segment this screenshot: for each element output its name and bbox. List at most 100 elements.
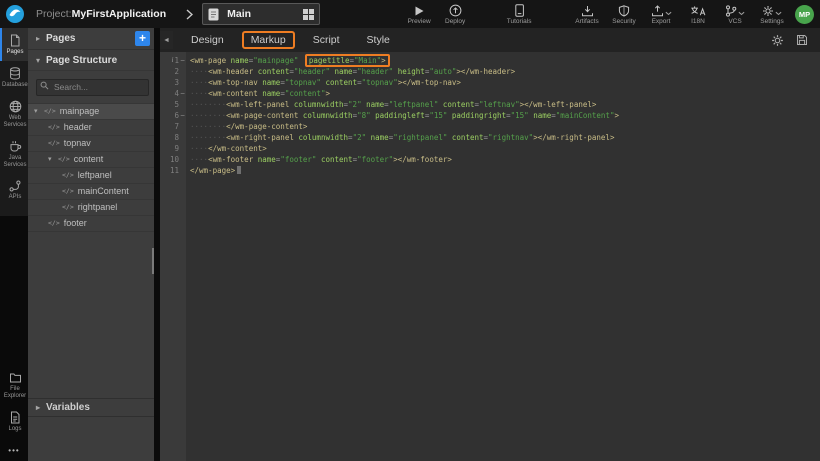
grid-icon[interactable]: [303, 9, 314, 20]
chevron-down-icon: [665, 11, 672, 16]
fold-marker-icon[interactable]: −: [179, 55, 186, 66]
caret-down-icon[interactable]: ▾: [34, 107, 44, 115]
topbar-right-actions: Artifacts Security Export I18N VCS Settings: [574, 4, 785, 25]
tree-item-content[interactable]: ▾</>content: [28, 152, 154, 168]
topbar-action-security[interactable]: Security: [611, 4, 637, 25]
tree-item-mainContent[interactable]: </>mainContent: [28, 184, 154, 200]
topbar-action-export[interactable]: Export: [648, 4, 674, 25]
line-number-text: 10: [170, 154, 179, 165]
wavemaker-logo-icon[interactable]: [4, 3, 26, 25]
api-icon: [9, 180, 21, 192]
more-options-button[interactable]: •••: [0, 438, 28, 461]
tutorials-icon: [513, 4, 526, 17]
code-line[interactable]: 8········<wm-right-panel columnwidth="2"…: [160, 132, 820, 143]
line-number-text: 5: [174, 99, 179, 110]
code-icon: </>: [48, 139, 60, 147]
rail-item-logs[interactable]: Logs: [0, 405, 28, 438]
code-text: ········</wm-page-content>: [186, 121, 307, 132]
line-number: 4−: [160, 88, 186, 99]
chevron-right-icon[interactable]: [186, 9, 193, 20]
rail-item-label: Java Services: [2, 155, 28, 169]
topbar-action-label: VCS: [728, 18, 741, 25]
artifacts-icon: [581, 4, 594, 17]
pages-section-header[interactable]: ▸ Pages +: [28, 28, 154, 50]
tab-style[interactable]: Style: [367, 34, 390, 46]
line-number: 3: [160, 77, 186, 88]
save-icon[interactable]: [796, 34, 808, 46]
topbar-left-actions: Preview Deploy Tutorials: [406, 4, 532, 25]
gear-icon[interactable]: [771, 34, 784, 47]
topbar-action-tutorials[interactable]: Tutorials: [506, 4, 532, 25]
rail-item-label: Databases: [2, 82, 28, 89]
search-input[interactable]: [36, 79, 149, 96]
collapse-panel-button[interactable]: ◄: [160, 31, 173, 49]
variables-section-header[interactable]: ▸ Variables: [28, 398, 154, 417]
code-line[interactable]: 7········</wm-page-content>: [160, 121, 820, 132]
caret-down-icon[interactable]: ▾: [48, 155, 58, 163]
text-cursor: [237, 166, 241, 174]
chevron-down-icon: [738, 11, 745, 16]
line-number: 10: [160, 154, 186, 165]
code-icon: </>: [62, 171, 74, 179]
topbar-action-i18n[interactable]: I18N: [685, 4, 711, 25]
code-text: <wm-page name="mainpage" pagetitle="Main…: [186, 55, 390, 66]
page-tab-main[interactable]: Main: [202, 3, 320, 25]
topbar-action-artifacts[interactable]: Artifacts: [574, 4, 600, 25]
topbar-action-label: Security: [612, 18, 635, 25]
rail-item-databases[interactable]: Databases: [0, 61, 28, 94]
code-line[interactable]: 2····<wm-header content="header" name="h…: [160, 66, 820, 77]
topbar-action-label: Preview: [408, 18, 431, 25]
add-page-button[interactable]: +: [135, 31, 150, 46]
page-structure-header[interactable]: ▾ Page Structure: [28, 50, 154, 71]
tree-item-topnav[interactable]: </>topnav: [28, 136, 154, 152]
code-line[interactable]: 11</wm-page>: [160, 165, 820, 176]
page-structure-tree: ▾</>mainpage</>header</>topnav▾</>conten…: [28, 104, 154, 232]
topbar-action-settings[interactable]: Settings: [759, 4, 785, 25]
rail-top-group: Pages Databases Web Services Java Services A…: [0, 28, 28, 216]
code-line[interactable]: 9····</wm-content>: [160, 143, 820, 154]
tree-item-header[interactable]: </>header: [28, 120, 154, 136]
info-icon: i: [172, 55, 174, 66]
tree-item-label: content: [74, 154, 104, 164]
topbar-action-vcs[interactable]: VCS: [722, 4, 748, 25]
code-line[interactable]: 6−········<wm-page-content columnwidth="…: [160, 110, 820, 121]
code-line[interactable]: 4−····<wm-content name="content">: [160, 88, 820, 99]
rail-item-label: File Explorer: [2, 386, 28, 400]
tree-item-rightpanel[interactable]: </>rightpanel: [28, 200, 154, 216]
rail-item-pages[interactable]: Pages: [0, 28, 28, 61]
rail-item-java-services[interactable]: Java Services: [0, 134, 28, 174]
project-title: Project:MyFirstApplication: [36, 8, 166, 20]
code-icon: </>: [48, 123, 60, 131]
panel-scrollbar[interactable]: [152, 248, 154, 274]
topbar-action-preview[interactable]: Preview: [406, 4, 432, 25]
code-text: ········<wm-page-content columnwidth="8"…: [186, 110, 619, 121]
tab-markup[interactable]: Markup: [242, 31, 295, 49]
rail-item-file-explorer[interactable]: File Explorer: [0, 366, 28, 405]
tab-design[interactable]: Design: [191, 34, 224, 46]
tree-item-mainpage[interactable]: ▾</>mainpage: [28, 104, 154, 120]
rail-item-web-services[interactable]: Web Services: [0, 94, 28, 134]
file-icon: [208, 8, 219, 21]
caret-right-icon: ▸: [36, 403, 46, 412]
rail-item-label: Web Services: [2, 115, 28, 129]
code-line[interactable]: 5········<wm-left-panel columnwidth="2" …: [160, 99, 820, 110]
code-text: ····<wm-content name="content">: [186, 88, 330, 99]
user-avatar[interactable]: MP: [795, 5, 814, 24]
code-line[interactable]: 10····<wm-footer name="footer" content="…: [160, 154, 820, 165]
fold-marker-icon[interactable]: −: [179, 110, 186, 121]
topbar: Project:MyFirstApplication Main Preview D…: [0, 0, 820, 28]
code-text: ····<wm-header content="header" name="he…: [186, 66, 515, 77]
topbar-action-deploy[interactable]: Deploy: [442, 4, 468, 25]
rail-item-apis[interactable]: APIs: [0, 174, 28, 206]
line-number: 9: [160, 143, 186, 154]
markup-code-editor[interactable]: i1−<wm-page name="mainpage" pagetitle="M…: [160, 52, 820, 461]
line-number: 11: [160, 165, 186, 176]
tree-item-footer[interactable]: </>footer: [28, 216, 154, 232]
code-line[interactable]: 3····<wm-top-nav name="topnav" content="…: [160, 77, 820, 88]
caret-down-icon: ▾: [36, 56, 46, 65]
code-line[interactable]: i1−<wm-page name="mainpage" pagetitle="M…: [160, 55, 820, 66]
tab-script[interactable]: Script: [313, 34, 340, 46]
fold-marker-icon[interactable]: −: [179, 88, 186, 99]
tree-item-leftpanel[interactable]: </>leftpanel: [28, 168, 154, 184]
wavemaker-studio: Project:MyFirstApplication Main Preview D…: [0, 0, 820, 461]
